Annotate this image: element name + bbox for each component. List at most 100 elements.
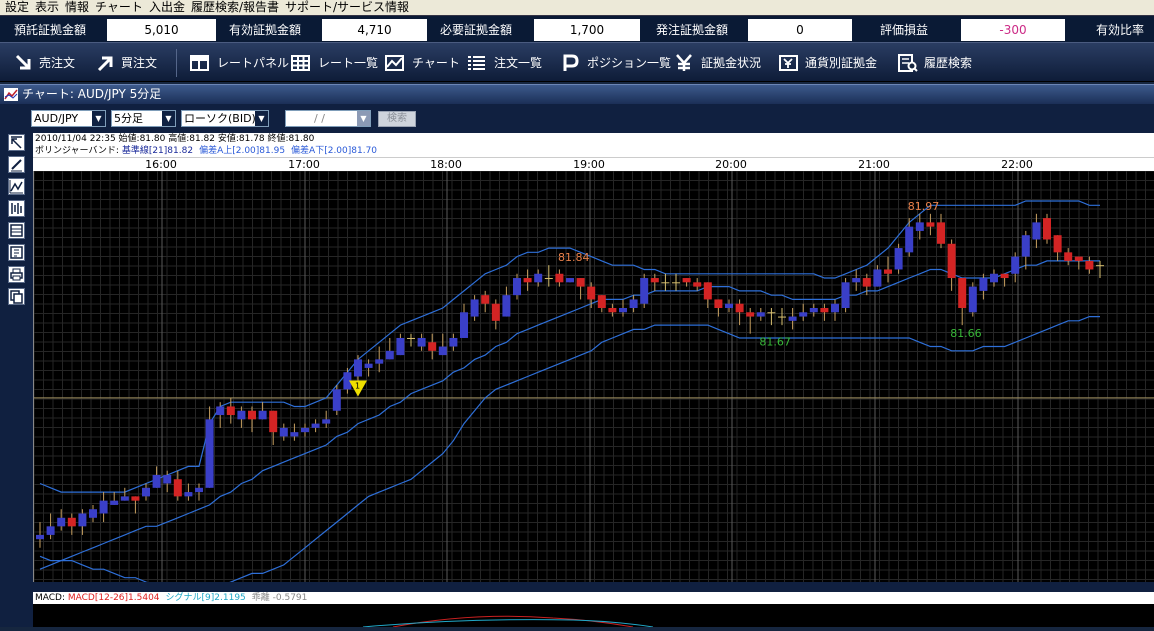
time-tick-label: 16:00 — [145, 158, 177, 171]
chart-window-titlebar: チャート: AUD/JPY 5分足 — [0, 84, 1154, 104]
bollinger-info-line: ボリンジャーバンド: 基準線[21]81.82 偏差A上[2.00]81.95 偏差… — [33, 145, 1154, 157]
bollinger-lower: 偏差A下[2.00]81.70 — [291, 146, 378, 156]
candle-body — [756, 312, 765, 317]
unrealized-pl-value: -300 — [961, 19, 1065, 41]
menu-settings[interactable]: 設定 — [5, 0, 29, 14]
candle-body — [301, 427, 309, 433]
candle-body — [619, 308, 627, 313]
menu-info[interactable]: 情報 — [65, 0, 89, 14]
menu-chart[interactable]: チャート — [95, 0, 143, 14]
candle-body — [968, 286, 977, 313]
time-tick-label: 22:00 — [1001, 158, 1033, 171]
chart-window: AUD/JPY ▼ 5分足 ▼ ローソク(BID) ▼ / / ▼ 検索 201… — [0, 104, 1154, 628]
chart-controls: AUD/JPY ▼ 5分足 ▼ ローソク(BID) ▼ / / ▼ 検索 — [0, 104, 1154, 130]
low-price-label: 81.66 — [950, 327, 982, 340]
candle-body — [385, 350, 394, 360]
copy-tool[interactable] — [8, 288, 25, 305]
candle-body — [735, 303, 744, 313]
buy-order-button[interactable]: 買注文 — [96, 51, 166, 75]
currency-icon — [779, 55, 798, 71]
time-tick-label: 21:00 — [858, 158, 890, 171]
candle-body — [449, 337, 458, 347]
time-tick-label: 20:00 — [715, 158, 747, 171]
candle-body — [184, 492, 193, 497]
indicator-tool[interactable] — [8, 200, 25, 217]
candle-body — [566, 278, 574, 283]
candle-body — [332, 389, 341, 411]
candle-body — [1011, 256, 1020, 274]
candle-body — [894, 248, 903, 270]
candle-body — [703, 282, 712, 300]
macd-prefix: MACD: — [35, 593, 68, 603]
currency-margin-button[interactable]: 通貨別証拠金 — [778, 51, 882, 75]
position-icon — [563, 54, 579, 71]
menu-support[interactable]: サポート/サービス情報 — [285, 0, 409, 14]
menu-deposit[interactable]: 入出金 — [149, 0, 185, 14]
candle-body — [947, 243, 956, 279]
candle-body — [640, 278, 649, 304]
candle-body — [1043, 218, 1051, 240]
trendline-tool[interactable] — [8, 178, 25, 195]
sell-order-button[interactable]: 売注文 — [14, 51, 84, 75]
indicator-icon — [11, 203, 22, 214]
bollinger-lower-line — [39, 316, 1100, 596]
macd-divergence: 乖離 -0.5791 — [251, 593, 308, 603]
candle-body — [831, 303, 839, 313]
currency-pair-select[interactable]: AUD/JPY ▼ — [31, 110, 106, 127]
pen-tool[interactable] — [8, 156, 25, 173]
time-tick-label: 18:00 — [430, 158, 462, 171]
rate-list-button[interactable]: レート一覧 — [290, 51, 378, 75]
macd-chart-svg — [362, 615, 654, 628]
candle-body — [46, 526, 55, 535]
timeframe-select[interactable]: 5分足 ▼ — [111, 110, 176, 127]
candle-body — [205, 419, 214, 488]
chart-type-select[interactable]: ローソク(BID) ▼ — [181, 110, 269, 127]
order-list-button[interactable]: 注文一覧 — [466, 51, 546, 75]
history-search-button[interactable]: 履歴検索 — [897, 51, 977, 75]
price-chart[interactable]: 81.84 81.97 81.67 81.66 1 — [33, 170, 1154, 596]
calendar-dropdown-icon[interactable]: ▼ — [357, 111, 370, 126]
candle-body — [1096, 265, 1104, 267]
chart-button[interactable]: チャート — [384, 51, 460, 75]
candle-body — [608, 308, 617, 313]
candle-body — [714, 299, 723, 308]
macd-signal: シグナル[9]2.1195 — [165, 593, 246, 603]
order-list-icon — [468, 56, 485, 70]
candle-body — [915, 222, 924, 231]
settings-tool[interactable] — [8, 244, 25, 261]
candle-body — [725, 303, 733, 308]
candle-body — [491, 303, 500, 321]
panel-icon — [10, 224, 23, 237]
history-icon — [898, 54, 918, 72]
position-list-button[interactable]: ポジション一覧 — [560, 51, 671, 75]
chevron-down-icon: ▼ — [162, 111, 175, 126]
candle-body — [1053, 235, 1062, 253]
candle-body — [142, 487, 150, 497]
date-input[interactable]: / / ▼ — [285, 110, 371, 127]
copy-icon — [10, 290, 23, 304]
candle-body — [841, 282, 850, 308]
trendline-icon — [9, 180, 23, 194]
candle-body — [597, 295, 606, 308]
cursor-icon — [11, 136, 22, 149]
bollinger-prefix: ボリンジャーバンド: — [35, 146, 122, 156]
menu-view[interactable]: 表示 — [35, 0, 59, 14]
search-button[interactable]: 検索 — [378, 111, 416, 127]
currency-pair-value: AUD/JPY — [34, 112, 79, 125]
menu-history-report[interactable]: 履歴検索/報告書 — [191, 0, 279, 14]
panel-tool[interactable] — [8, 222, 25, 239]
currency-margin-label: 通貨別証拠金 — [805, 56, 878, 70]
candle-body — [1074, 256, 1083, 261]
print-tool[interactable] — [8, 266, 25, 283]
candle-body — [587, 286, 596, 300]
cursor-tool[interactable] — [8, 134, 25, 151]
rate-panel-button[interactable]: レートパネル — [189, 51, 289, 75]
order-list-label: 注文一覧 — [494, 56, 543, 70]
candle-body — [799, 312, 808, 317]
chart-window-icon — [4, 88, 18, 101]
margin-status-button[interactable]: 証拠金状況 — [674, 51, 764, 75]
candle-body — [513, 278, 521, 296]
macd-chart[interactable] — [33, 604, 1154, 628]
candle-body — [163, 474, 172, 484]
candle-body — [672, 282, 680, 284]
